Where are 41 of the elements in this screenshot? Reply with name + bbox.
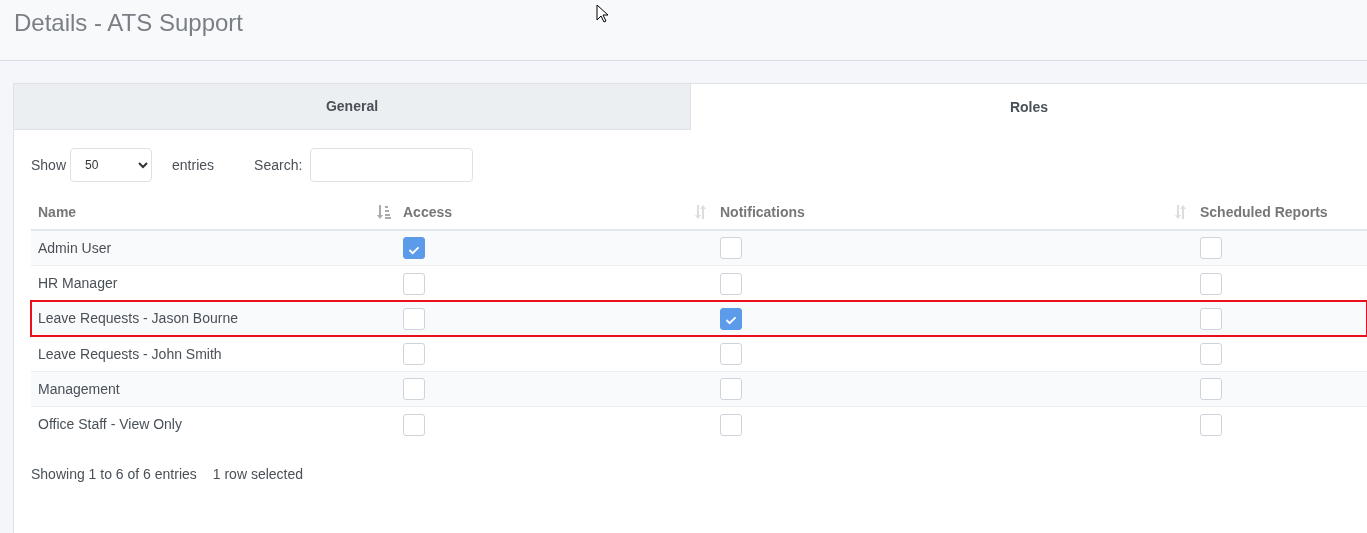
entries-label: entries [172,155,215,175]
tab[interactable]: General [14,84,691,130]
table-cell: Management [31,371,396,407]
sort-descending-icon[interactable] [376,204,392,220]
sort-arrows-icon[interactable] [1173,204,1189,220]
checkbox[interactable] [1200,237,1222,260]
table-cell: HR Manager [31,265,396,302]
search-label: Search: [254,155,303,175]
checkbox[interactable] [720,413,742,436]
checkbox[interactable] [720,343,742,366]
page-title: Details - ATS Support [14,9,243,38]
checkbox[interactable] [1200,413,1222,436]
checkbox[interactable] [403,307,425,330]
checkbox[interactable] [403,237,425,260]
table-cell: Leave Requests - Jason Bourne [31,301,396,337]
checkbox[interactable] [720,272,742,295]
checkbox[interactable] [403,343,425,366]
show-label: Show [31,155,67,175]
checkbox[interactable] [403,272,425,295]
table-row[interactable]: HR Manager [31,265,1367,302]
table-cell: Office Staff - View Only [31,407,396,442]
checkbox[interactable] [1200,307,1222,330]
checkbox[interactable] [720,307,742,330]
table-row[interactable]: Leave Requests - Jason Bourne [31,301,1367,337]
checkbox[interactable] [720,237,742,260]
page-length-select[interactable]: 50 [70,148,153,182]
selection-info: 1 row selected [212,465,304,484]
checkbox[interactable] [720,378,742,401]
table-cell: Admin User [31,230,396,266]
table-row[interactable]: Management [31,371,1367,407]
checkbox[interactable] [1200,272,1222,295]
sort-arrows-icon[interactable] [693,204,709,220]
table-row[interactable]: Admin User [31,230,1367,266]
checkbox[interactable] [403,378,425,401]
search-field[interactable] [310,148,474,182]
table-row[interactable]: Office Staff - View Only [31,407,1367,442]
checkbox[interactable] [1200,343,1222,366]
checkbox[interactable] [1200,378,1222,401]
checkbox[interactable] [403,413,425,436]
mouse-pointer-icon [596,4,609,23]
table-info: Showing 1 to 6 of 6 entries [31,465,197,484]
